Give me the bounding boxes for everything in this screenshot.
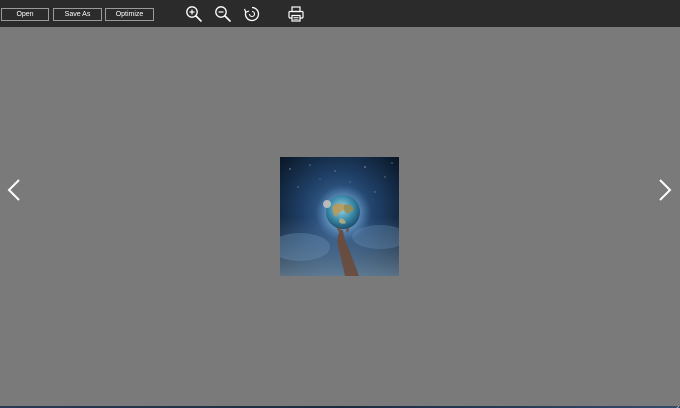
resize-grip-icon[interactable] [673, 399, 680, 408]
zoom-out-icon[interactable] [214, 5, 232, 23]
image-viewer-window: Open Save As Optimize [0, 0, 680, 408]
toolbar: Open Save As Optimize [0, 0, 680, 27]
chevron-left-icon[interactable] [7, 178, 21, 202]
chevron-right-icon[interactable] [658, 178, 672, 202]
displayed-photo [280, 157, 399, 276]
save-as-button[interactable]: Save As [53, 8, 102, 21]
open-button[interactable]: Open [1, 8, 49, 21]
zoom-in-icon[interactable] [185, 5, 203, 23]
rotate-icon[interactable] [243, 5, 261, 23]
optimize-button[interactable]: Optimize [105, 8, 154, 21]
print-icon[interactable] [287, 5, 305, 23]
